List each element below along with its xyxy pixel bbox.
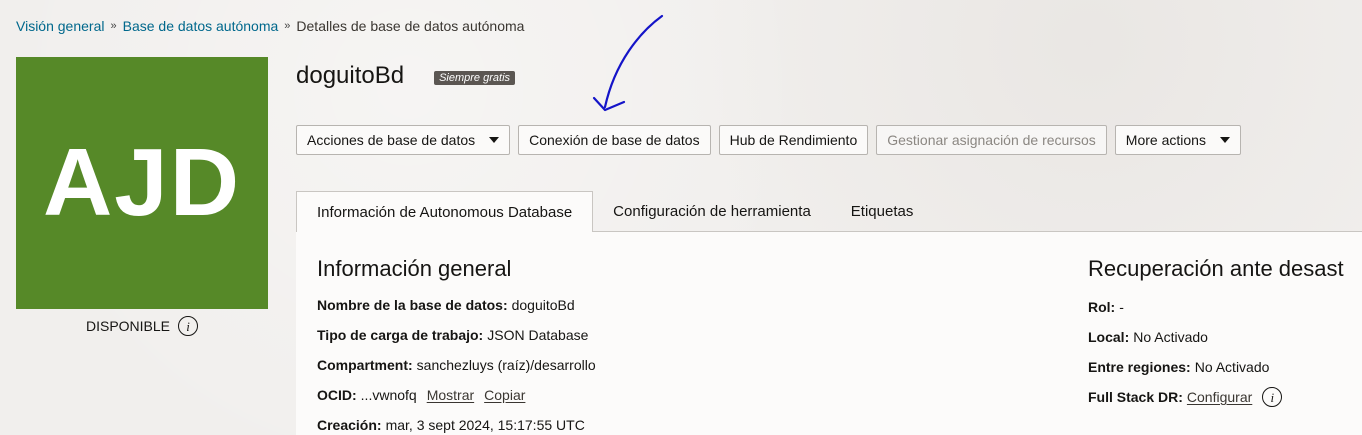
- db-name-value: doguitoBd: [511, 297, 575, 313]
- info-icon[interactable]: i: [1262, 387, 1283, 407]
- tab-panel: Información general Nombre de la base de…: [296, 232, 1362, 435]
- ocid-label: OCID:: [317, 387, 357, 403]
- database-logo-tile: AJD: [16, 57, 268, 309]
- workload-value: JSON Database: [487, 327, 589, 343]
- breadcrumb: Visión general » Base de datos autónoma …: [16, 18, 524, 34]
- header: doguitoBd Siempre gratis: [296, 62, 516, 90]
- cross-region-label: Entre regiones:: [1088, 359, 1191, 375]
- created-value: mar, 3 sept 2024, 15:17:55 UTC: [385, 417, 585, 433]
- action-toolbar: Acciones de base de datos Conexión de ba…: [296, 125, 1241, 155]
- breadcrumb-separator: »: [284, 20, 291, 32]
- tab-bar: Información de Autonomous Database Confi…: [296, 191, 1362, 232]
- db-name-row: Nombre de la base de datos: doguitoBd: [317, 297, 575, 313]
- tab-tool-configuration[interactable]: Configuración de herramienta: [593, 191, 831, 231]
- local-label: Local:: [1088, 329, 1130, 345]
- database-connection-button[interactable]: Conexión de base de datos: [518, 125, 711, 155]
- ocid-value: ...vwnofq: [360, 387, 417, 403]
- ocid-copy-link[interactable]: Copiar: [484, 387, 525, 403]
- tab-tags[interactable]: Etiquetas: [831, 191, 934, 231]
- disaster-recovery-title: Recuperación ante desast: [1088, 256, 1344, 281]
- compartment-label: Compartment:: [317, 357, 413, 373]
- database-actions-label: Acciones de base de datos: [307, 132, 476, 148]
- configure-link[interactable]: Configurar: [1187, 389, 1252, 405]
- manage-resource-allocation-button[interactable]: Gestionar asignación de recursos: [876, 125, 1107, 155]
- database-actions-button[interactable]: Acciones de base de datos: [296, 125, 511, 155]
- created-label: Creación:: [317, 417, 382, 433]
- workload-label: Tipo de carga de trabajo:: [317, 327, 484, 343]
- breadcrumb-overview-link[interactable]: Visión general: [16, 18, 104, 34]
- more-actions-label: More actions: [1125, 132, 1206, 148]
- role-label: Rol:: [1088, 299, 1116, 315]
- chevron-down-icon: [1219, 137, 1230, 143]
- tab-autonomous-db-info[interactable]: Información de Autonomous Database: [296, 191, 594, 232]
- breadcrumb-current: Detalles de base de datos autónoma: [296, 18, 525, 34]
- cross-region-value: No Activado: [1194, 359, 1270, 375]
- more-actions-button[interactable]: More actions: [1114, 125, 1241, 155]
- role-row: Rol: -: [1088, 299, 1124, 315]
- local-row: Local: No Activado: [1088, 329, 1208, 345]
- hand-drawn-arrow-icon: [592, 14, 664, 112]
- info-icon[interactable]: i: [178, 316, 199, 336]
- logo-text: AJD: [42, 129, 242, 236]
- local-value: No Activado: [1133, 329, 1208, 345]
- breadcrumb-separator: »: [110, 20, 117, 32]
- workload-row: Tipo de carga de trabajo: JSON Database: [317, 327, 588, 343]
- ocid-show-link[interactable]: Mostrar: [427, 387, 474, 403]
- breadcrumb-autonomous-db-link[interactable]: Base de datos autónoma: [123, 18, 279, 34]
- performance-hub-button[interactable]: Hub de Rendimiento: [718, 125, 869, 155]
- page-title: doguitoBd: [296, 62, 405, 89]
- ocid-row: OCID: ...vwnofq Mostrar Copiar: [317, 387, 525, 403]
- always-free-badge: Siempre gratis: [434, 71, 516, 85]
- compartment-value: sanchezluys (raíz)/desarrollo: [416, 357, 596, 373]
- compartment-row: Compartment: sanchezluys (raíz)/desarrol…: [317, 357, 596, 373]
- status-label: DISPONIBLE: [85, 318, 171, 334]
- created-row: Creación: mar, 3 sept 2024, 15:17:55 UTC: [317, 417, 585, 433]
- full-stack-dr-row: Full Stack DR: Configurar i: [1088, 387, 1283, 407]
- cross-region-row: Entre regiones: No Activado: [1088, 359, 1269, 375]
- lifecycle-status: DISPONIBLE i: [16, 316, 268, 336]
- general-info-title: Información general: [317, 256, 512, 281]
- full-stack-dr-label: Full Stack DR:: [1088, 389, 1183, 405]
- role-value: -: [1119, 299, 1124, 315]
- chevron-down-icon: [489, 137, 500, 143]
- db-name-label: Nombre de la base de datos:: [317, 297, 508, 313]
